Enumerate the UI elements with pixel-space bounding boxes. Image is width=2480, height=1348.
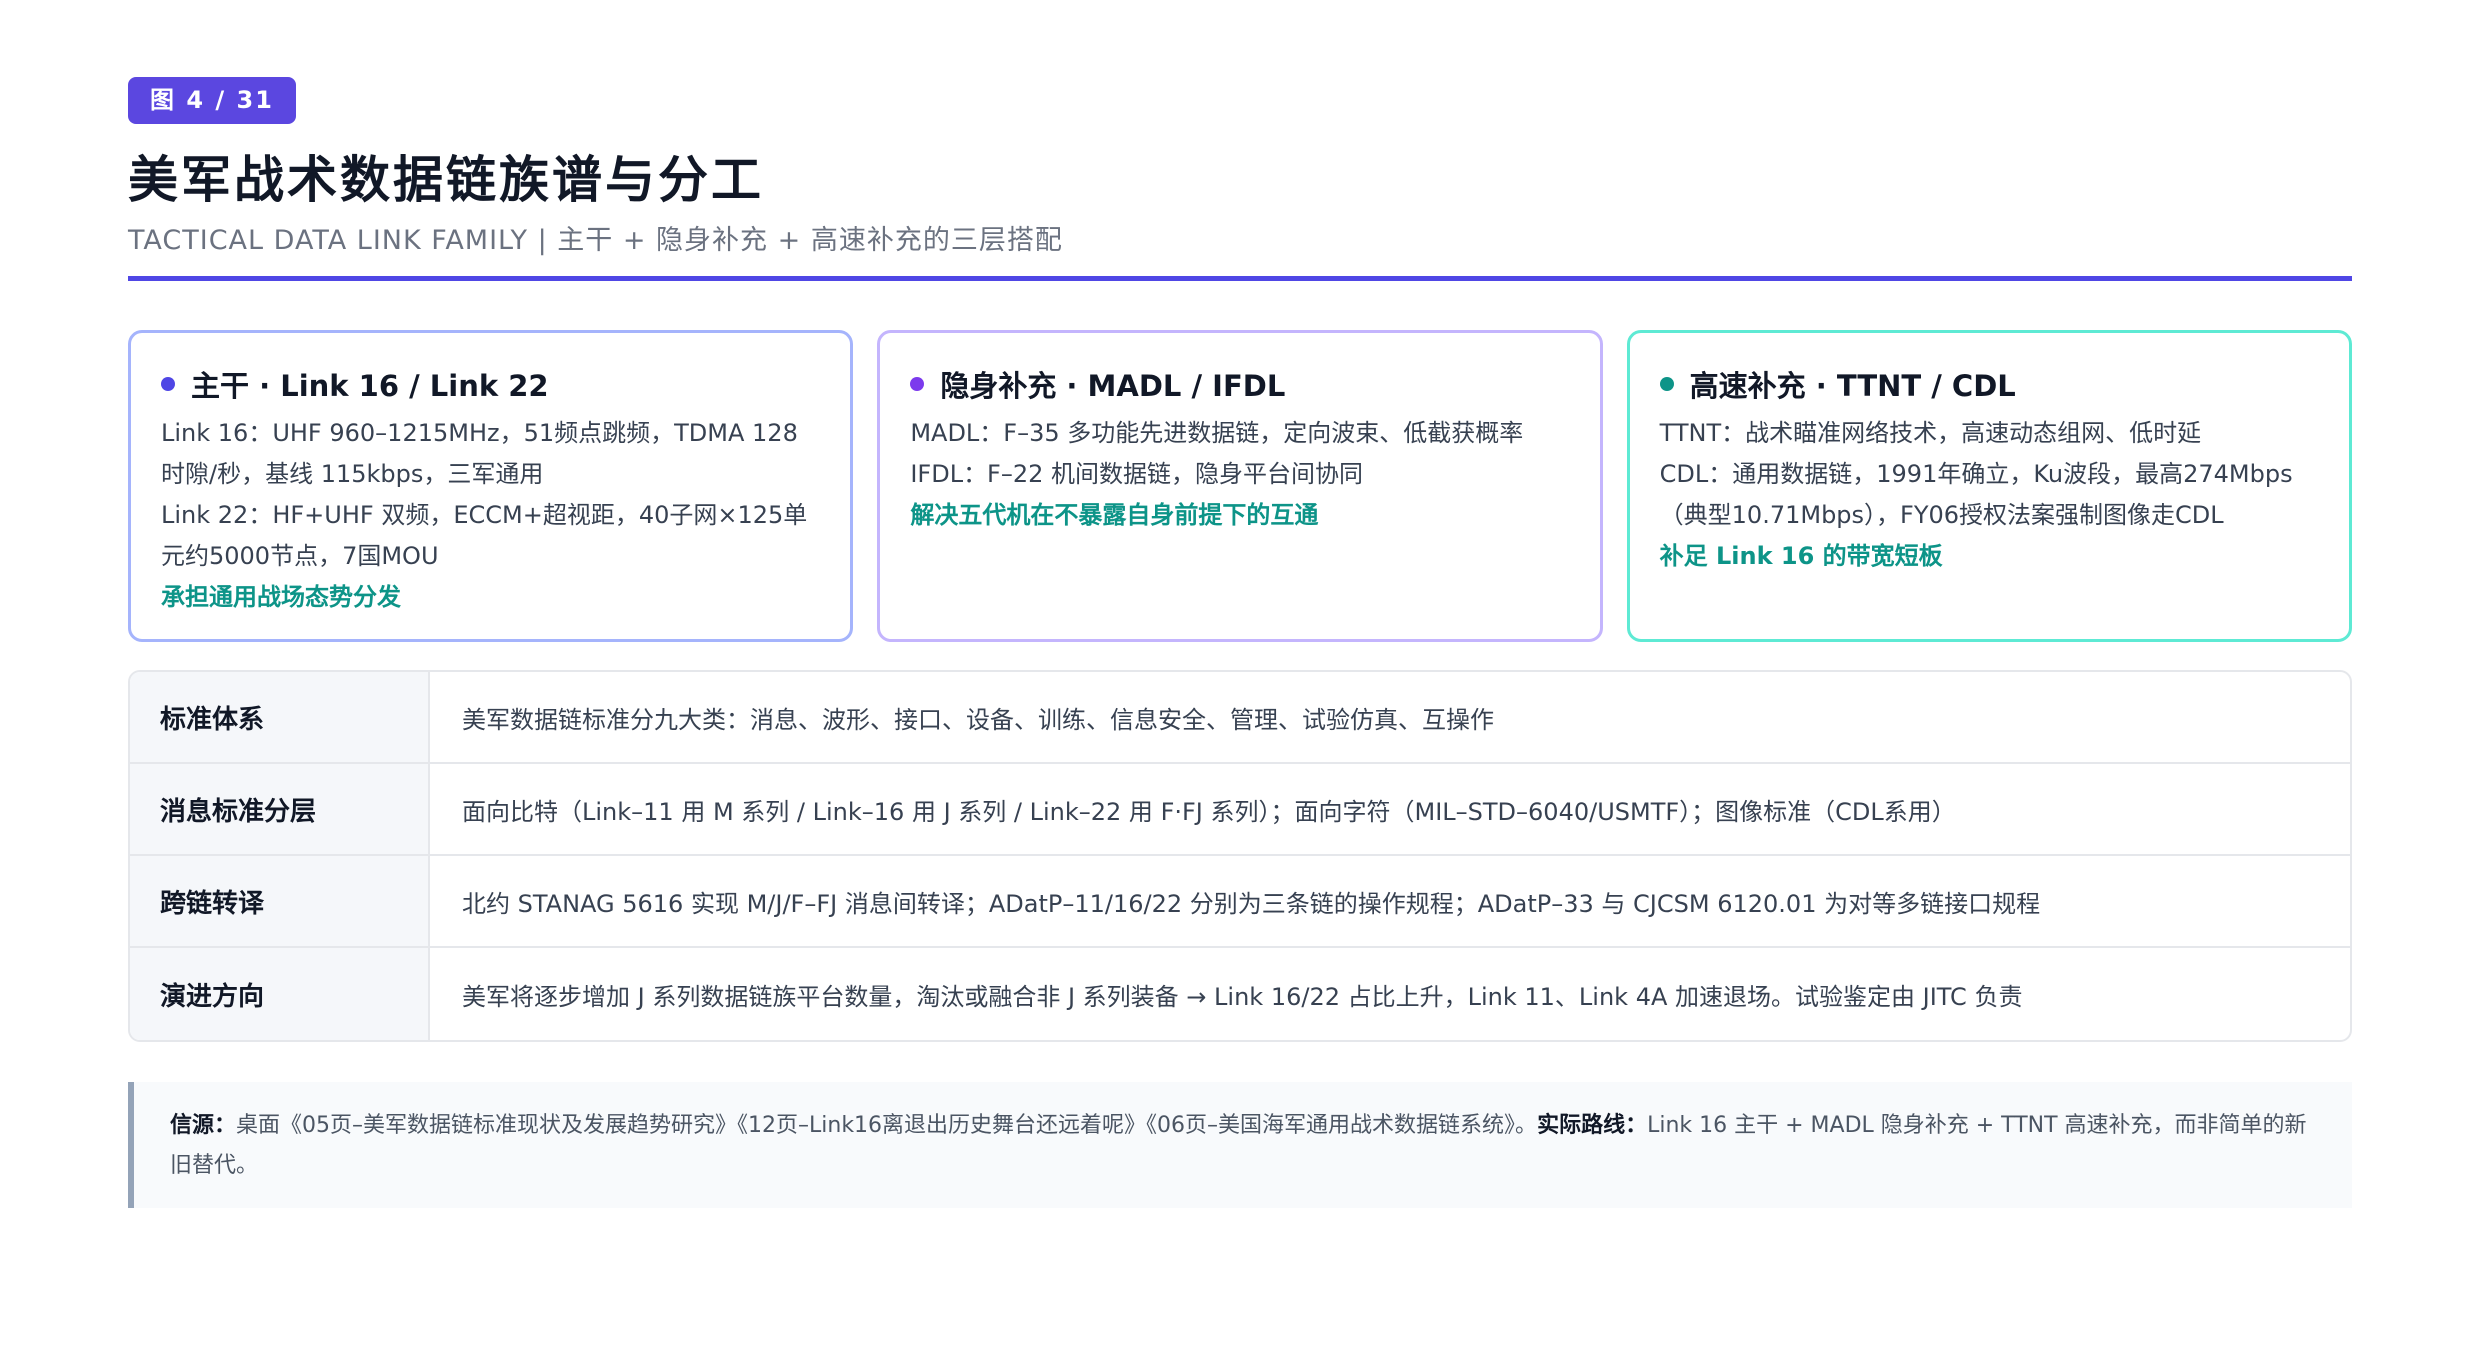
card-title: 高速补充 · TTNT / CDL	[1689, 369, 2016, 403]
page-title: 美军战术数据链族谱与分工	[128, 151, 764, 209]
row-label: 跨链转译	[130, 856, 430, 946]
card-note: 承担通用战场态势分发	[161, 583, 401, 611]
card-note: 解决五代机在不暴露自身前提下的互通	[910, 501, 1319, 529]
card-line: TTNT：战术瞄准网络技术，高速动态组网、低时延	[1659, 419, 2202, 447]
source-note: 信源：桌面《05页–美军数据链标准现状及发展趋势研究》《12页–Link16离退…	[128, 1082, 2352, 1208]
table-row: 演进方向 美军将逐步增加 J 系列数据链族平台数量，淘汰或融合非 J 系列装备 …	[130, 948, 2350, 1040]
card-line: Link 16：UHF 960–1215MHz，51频点跳频，TDMA 128时…	[161, 419, 798, 488]
card-line: Link 22：HF+UHF 双频，ECCM+超视距，40子网×125单元约50…	[161, 501, 808, 570]
table-row: 跨链转译 北约 STANAG 5616 实现 M/J/F–FJ 消息间转译；AD…	[130, 856, 2350, 948]
row-content: 美军数据链标准分九大类：消息、波形、接口、设备、训练、信息安全、管理、试验仿真、…	[462, 705, 1494, 734]
card-line: CDL：通用数据链，1991年确立，Ku波段，最高274Mbps（典型10.71…	[1659, 460, 2293, 529]
title-divider	[128, 276, 2352, 281]
card-title: 隐身补充 · MADL / IFDL	[940, 369, 1286, 403]
bullet-dot-icon	[161, 377, 175, 391]
source-text: 桌面《05页–美军数据链标准现状及发展趋势研究》《12页–Link16离退出历史…	[236, 1113, 1538, 1138]
standards-table: 标准体系 美军数据链标准分九大类：消息、波形、接口、设备、训练、信息安全、管理、…	[128, 670, 2352, 1042]
link-family-cards: 主干 · Link 16 / Link 22 Link 16：UHF 960–1…	[128, 330, 2352, 642]
bullet-dot-icon	[910, 377, 925, 391]
figure-badge: 图 4 / 31	[128, 77, 296, 124]
row-label: 演进方向	[130, 948, 430, 1040]
card-backbone: 主干 · Link 16 / Link 22 Link 16：UHF 960–1…	[128, 330, 854, 642]
table-row: 标准体系 美军数据链标准分九大类：消息、波形、接口、设备、训练、信息安全、管理、…	[130, 672, 2350, 764]
slide: 图 4 / 31 美军战术数据链族谱与分工 TACTICAL DATA LINK…	[0, 0, 2480, 1348]
card-stealth: 隐身补充 · MADL / IFDL MADL：F–35 多功能先进数据链，定向…	[877, 330, 1603, 642]
card-high-speed: 高速补充 · TTNT / CDL TTNT：战术瞄准网络技术，高速动态组网、低…	[1626, 330, 2352, 642]
card-line: IFDL：F–22 机间数据链，隐身平台间协同	[910, 460, 1364, 488]
row-content: 面向比特（Link–11 用 M 系列 / Link–16 用 J 系列 / L…	[462, 797, 1956, 826]
page-subtitle: TACTICAL DATA LINK FAMILY | 主干 + 隐身补充 + …	[128, 225, 1063, 256]
bullet-dot-icon	[1659, 377, 1674, 391]
card-note: 补足 Link 16 的带宽短板	[1659, 542, 1943, 570]
row-content: 美军将逐步增加 J 系列数据链族平台数量，淘汰或融合非 J 系列装备 → Lin…	[462, 982, 2023, 1011]
source-label: 信源：	[170, 1113, 237, 1138]
card-line: MADL：F–35 多功能先进数据链，定向波束、低截获概率	[910, 419, 1524, 447]
row-label: 消息标准分层	[130, 764, 430, 854]
row-label: 标准体系	[130, 672, 430, 762]
table-row: 消息标准分层 面向比特（Link–11 用 M 系列 / Link–16 用 J…	[130, 764, 2350, 856]
card-title: 主干 · Link 16 / Link 22	[191, 369, 549, 403]
route-label: 实际路线：	[1537, 1113, 1648, 1138]
row-content: 北约 STANAG 5616 实现 M/J/F–FJ 消息间转译；ADatP–1…	[462, 889, 2041, 918]
